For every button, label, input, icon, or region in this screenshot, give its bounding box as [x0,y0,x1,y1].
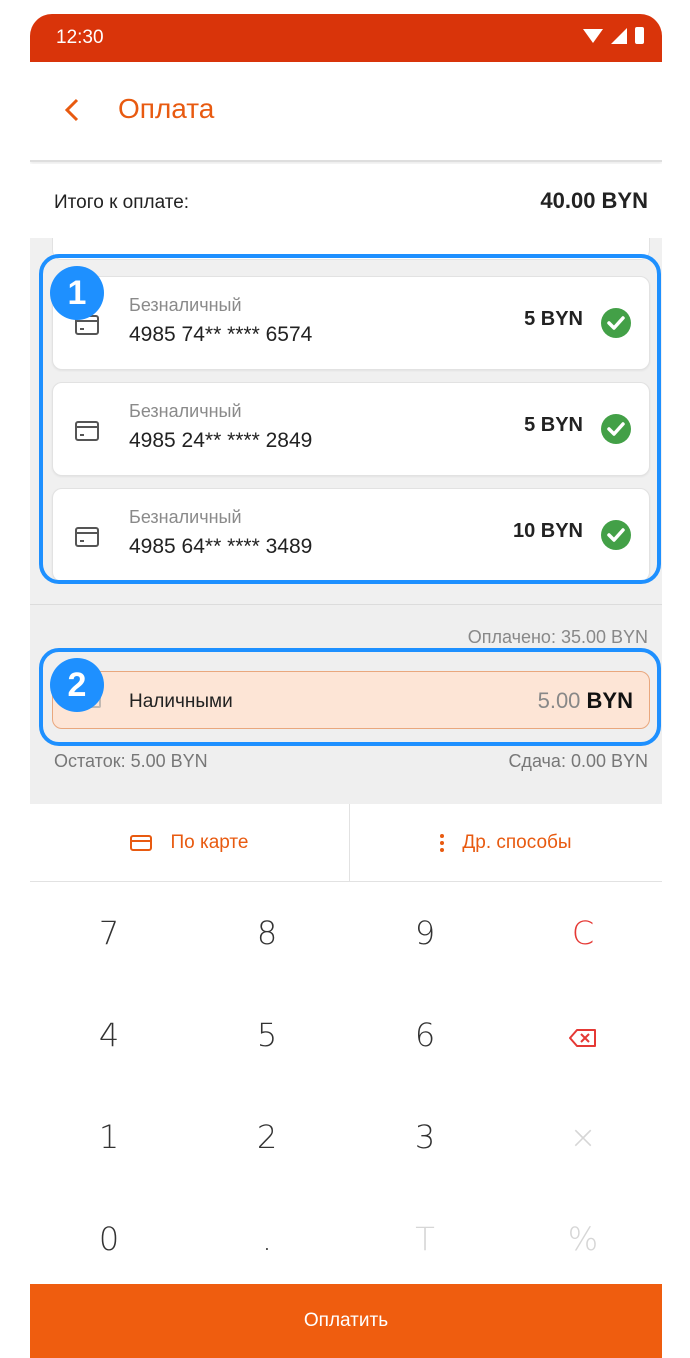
backspace-icon [569,986,597,1088]
pay-by-card-label: По карте [170,832,249,853]
key-t[interactable]: T [346,1188,504,1290]
signal-icon [611,27,627,44]
key-multiply[interactable]: × [504,1086,662,1188]
app-bar: Оплата [30,62,662,162]
key-0[interactable]: 0 [30,1188,188,1290]
annotation-highlight-1 [39,254,661,584]
key-7[interactable]: 7 [30,882,188,984]
key-2[interactable]: 2 [188,1086,346,1188]
key-percent[interactable]: % [504,1188,662,1290]
more-vertical-icon [440,834,445,852]
battery-icon [635,27,644,44]
back-arrow-icon[interactable] [62,97,82,123]
key-8[interactable]: 8 [188,882,346,984]
change-amount: Сдача: 0.00 BYN [508,751,648,771]
status-icons [583,27,644,44]
key-backspace[interactable] [504,984,662,1086]
pay-by-card-button[interactable]: По карте [30,804,350,882]
total-value: 40.00 BYN [540,188,648,213]
other-methods-button[interactable]: Др. способы [350,804,662,882]
total-row: Итого к оплате: 40.00 BYN [30,164,662,238]
status-time: 12:30 [56,27,104,48]
key-3[interactable]: 3 [346,1086,504,1188]
key-6[interactable]: 6 [346,984,504,1086]
status-bar: 12:30 [30,14,662,62]
total-label: Итого к оплате: [54,192,190,213]
annotation-badge-1: 1 [50,266,104,320]
annotation-highlight-2 [39,648,661,746]
pay-button[interactable]: Оплатить [30,1284,662,1358]
page-title: Оплата [118,93,215,124]
wifi-icon [583,28,603,43]
numeric-keypad: 7 8 9 C 4 5 6 1 2 3 × 0 . T % [30,882,662,1302]
payment-methods-row: По карте Др. способы [30,804,662,882]
key-1[interactable]: 1 [30,1086,188,1188]
remainder-amount: Остаток: 5.00 BYN [54,751,208,771]
key-5[interactable]: 5 [188,984,346,1086]
other-methods-label: Др. способы [462,832,572,853]
paid-amount: Оплачено: 35.00 BYN [467,627,648,647]
key-clear[interactable]: C [504,882,662,984]
key-4[interactable]: 4 [30,984,188,1086]
credit-card-icon [130,835,153,851]
key-dot[interactable]: . [188,1188,346,1290]
key-9[interactable]: 9 [346,882,504,984]
annotation-badge-2: 2 [50,658,104,712]
